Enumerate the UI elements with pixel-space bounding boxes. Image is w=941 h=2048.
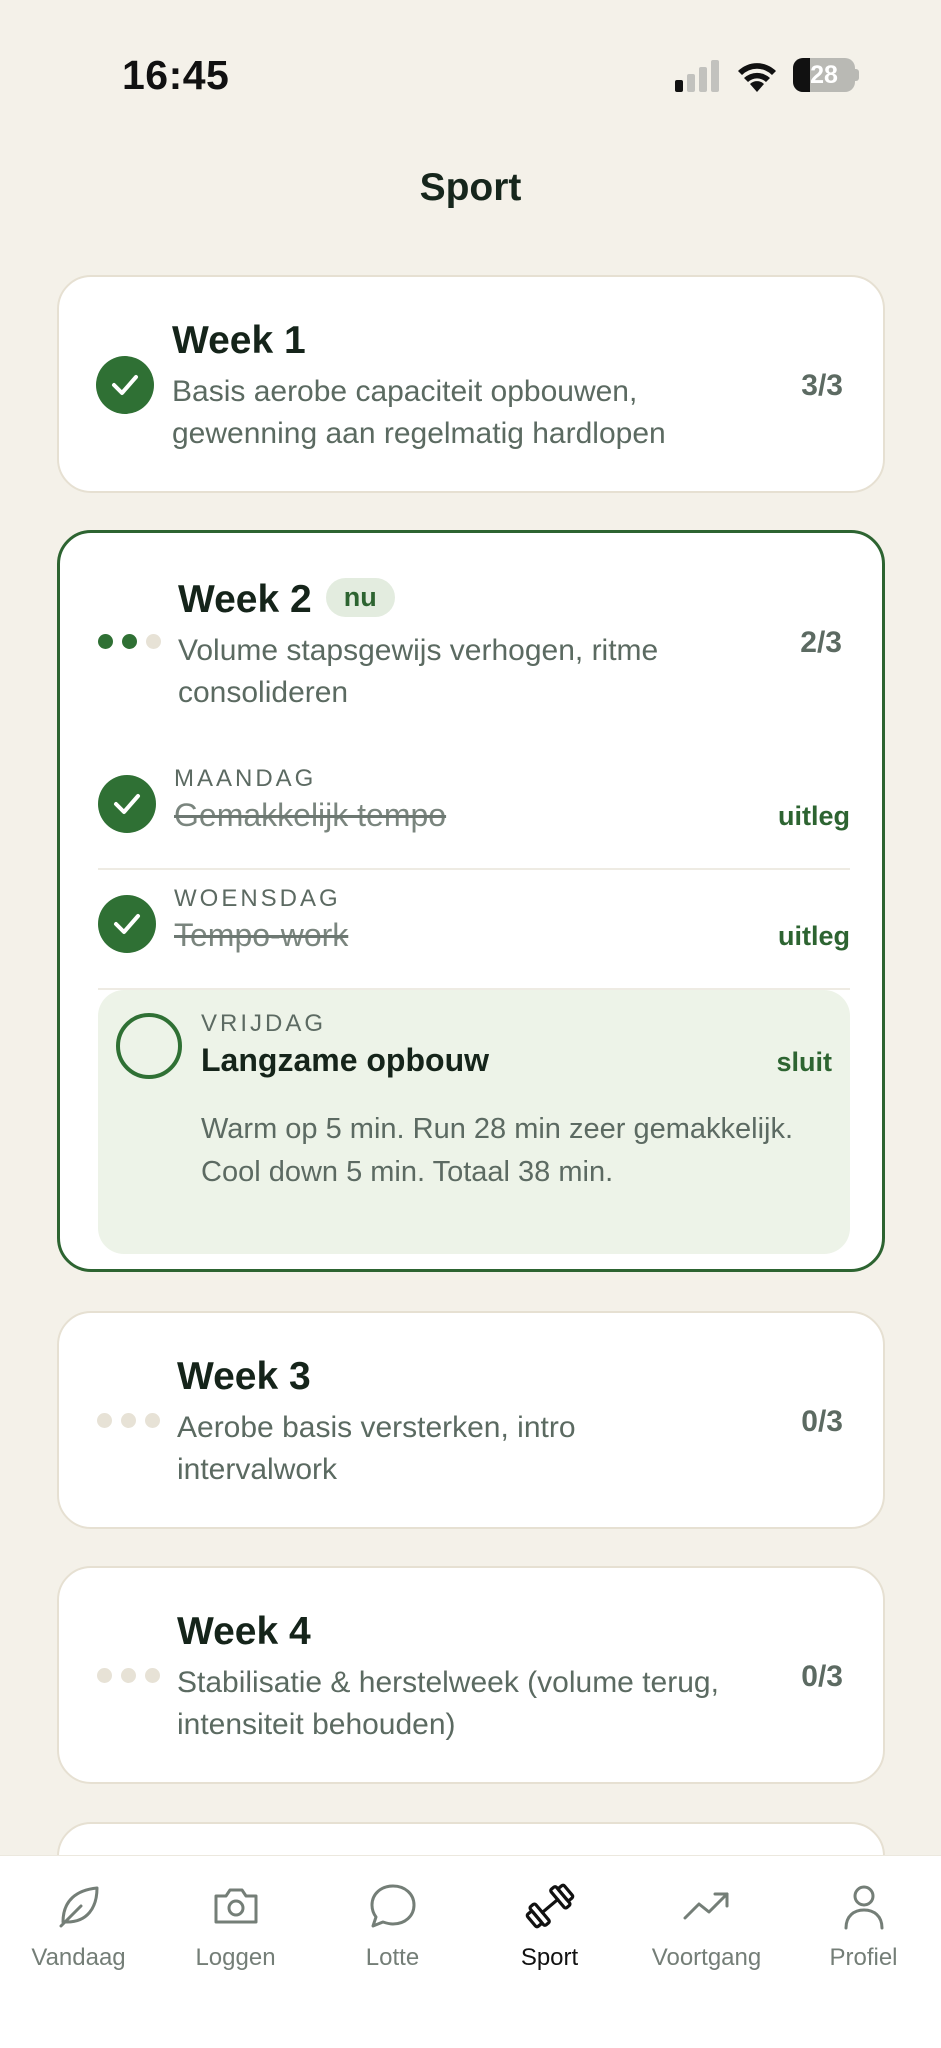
week-card-4[interactable]: Week 4 Stabilisatie & herstelweek (volum… xyxy=(57,1566,885,1784)
week-description: Stabilisatie & herstelweek (volume terug… xyxy=(177,1666,719,1741)
week-card-3[interactable]: Week 3 Aerobe basis versterken, intro in… xyxy=(57,1311,885,1529)
dumbbell-icon xyxy=(525,1883,574,1929)
tab-label: Loggen xyxy=(195,1944,276,1971)
sport-screen: 16:45 28 Sport Week 1 Basis aerobe capac… xyxy=(0,0,941,2048)
tab-lotte[interactable]: Lotte xyxy=(314,1878,471,1978)
uitleg-link[interactable]: uitleg xyxy=(778,801,850,832)
status-bar: 16:45 28 xyxy=(0,0,941,150)
session-name: Langzame opbouw xyxy=(201,1042,489,1078)
incomplete-circle-icon[interactable] xyxy=(116,1013,182,1079)
week-title: Week 3 xyxy=(177,1355,311,1398)
session-name: Tempo-work xyxy=(174,917,349,953)
session-detail: Warm op 5 min. Run 28 min zeer gemakkeli… xyxy=(201,1113,794,1188)
tab-vandaag[interactable]: Vandaag xyxy=(0,1878,157,1978)
tab-bar: Vandaag Loggen Lotte Sport Voortgang Pro… xyxy=(0,1855,941,2048)
week-title: Week 1 xyxy=(172,319,306,362)
camera-icon xyxy=(214,1888,257,1924)
session-row-expanded[interactable]: VRIJDAG Langzame opbouw sluit Warm op 5 … xyxy=(98,990,850,1254)
session-row: MAANDAG Gemakkelijk tempo uitleg xyxy=(98,751,850,870)
uitleg-link[interactable]: uitleg xyxy=(778,921,850,952)
week-progress-count: 0/3 xyxy=(801,1660,843,1693)
sluit-link[interactable]: sluit xyxy=(776,1047,832,1078)
session-name: Gemakkelijk tempo xyxy=(174,797,447,833)
week-progress-count: 3/3 xyxy=(801,369,843,402)
tab-sport[interactable]: Sport xyxy=(471,1878,628,1978)
session-day: MAANDAG xyxy=(174,765,317,792)
cellular-signal-icon xyxy=(675,60,719,92)
battery-icon: 28 xyxy=(793,58,859,92)
check-icon xyxy=(98,895,156,953)
check-icon xyxy=(98,775,156,833)
tab-label: Sport xyxy=(520,1944,579,1971)
progress-dots-icon xyxy=(97,1413,161,1429)
tab-label: Vandaag xyxy=(31,1944,126,1971)
week-title[interactable]: Week 2 nu xyxy=(178,578,395,622)
chat-bubble-icon xyxy=(370,1884,415,1928)
tab-label: Profiel xyxy=(829,1944,898,1971)
session-row: WOENSDAG Tempo-work uitleg xyxy=(98,870,850,990)
week-title: Week 4 xyxy=(177,1610,311,1653)
week-progress-count: 0/3 xyxy=(801,1405,843,1438)
wifi-icon xyxy=(738,63,776,92)
check-icon xyxy=(96,356,154,414)
week-description: Aerobe basis versterken, intro intervalw… xyxy=(177,1411,576,1486)
tab-label: Lotte xyxy=(365,1944,420,1971)
person-icon xyxy=(844,1885,883,1930)
session-day: WOENSDAG xyxy=(174,885,341,912)
week-description: Volume stapsgewijs verhogen, ritme conso… xyxy=(178,634,659,709)
session-day: VRIJDAG xyxy=(201,1010,327,1037)
week-card-2: Week 2 nu Volume stapsgewijs verhogen, ri… xyxy=(57,530,885,1272)
battery-level: 28 xyxy=(810,61,838,89)
week-title-text: Week 2 xyxy=(178,578,312,621)
progress-dots-icon xyxy=(98,634,162,650)
tab-profiel[interactable]: Profiel xyxy=(785,1878,941,1978)
trend-up-icon xyxy=(683,1892,728,1920)
progress-dots-icon xyxy=(97,1668,161,1684)
tab-voortgang[interactable]: Voortgang xyxy=(628,1878,785,1978)
tab-label: Voortgang xyxy=(651,1944,762,1971)
page-title: Sport xyxy=(419,166,522,209)
tab-loggen[interactable]: Loggen xyxy=(157,1878,314,1978)
week-description: Basis aerobe capaciteit opbouwen, gewenn… xyxy=(172,375,666,450)
leaf-icon xyxy=(59,1886,98,1928)
week-progress-count: 2/3 xyxy=(800,626,842,659)
current-week-badge: nu xyxy=(325,578,395,618)
week-card-1[interactable]: Week 1 Basis aerobe capaciteit opbouwen,… xyxy=(57,275,885,493)
status-time: 16:45 xyxy=(122,52,230,98)
